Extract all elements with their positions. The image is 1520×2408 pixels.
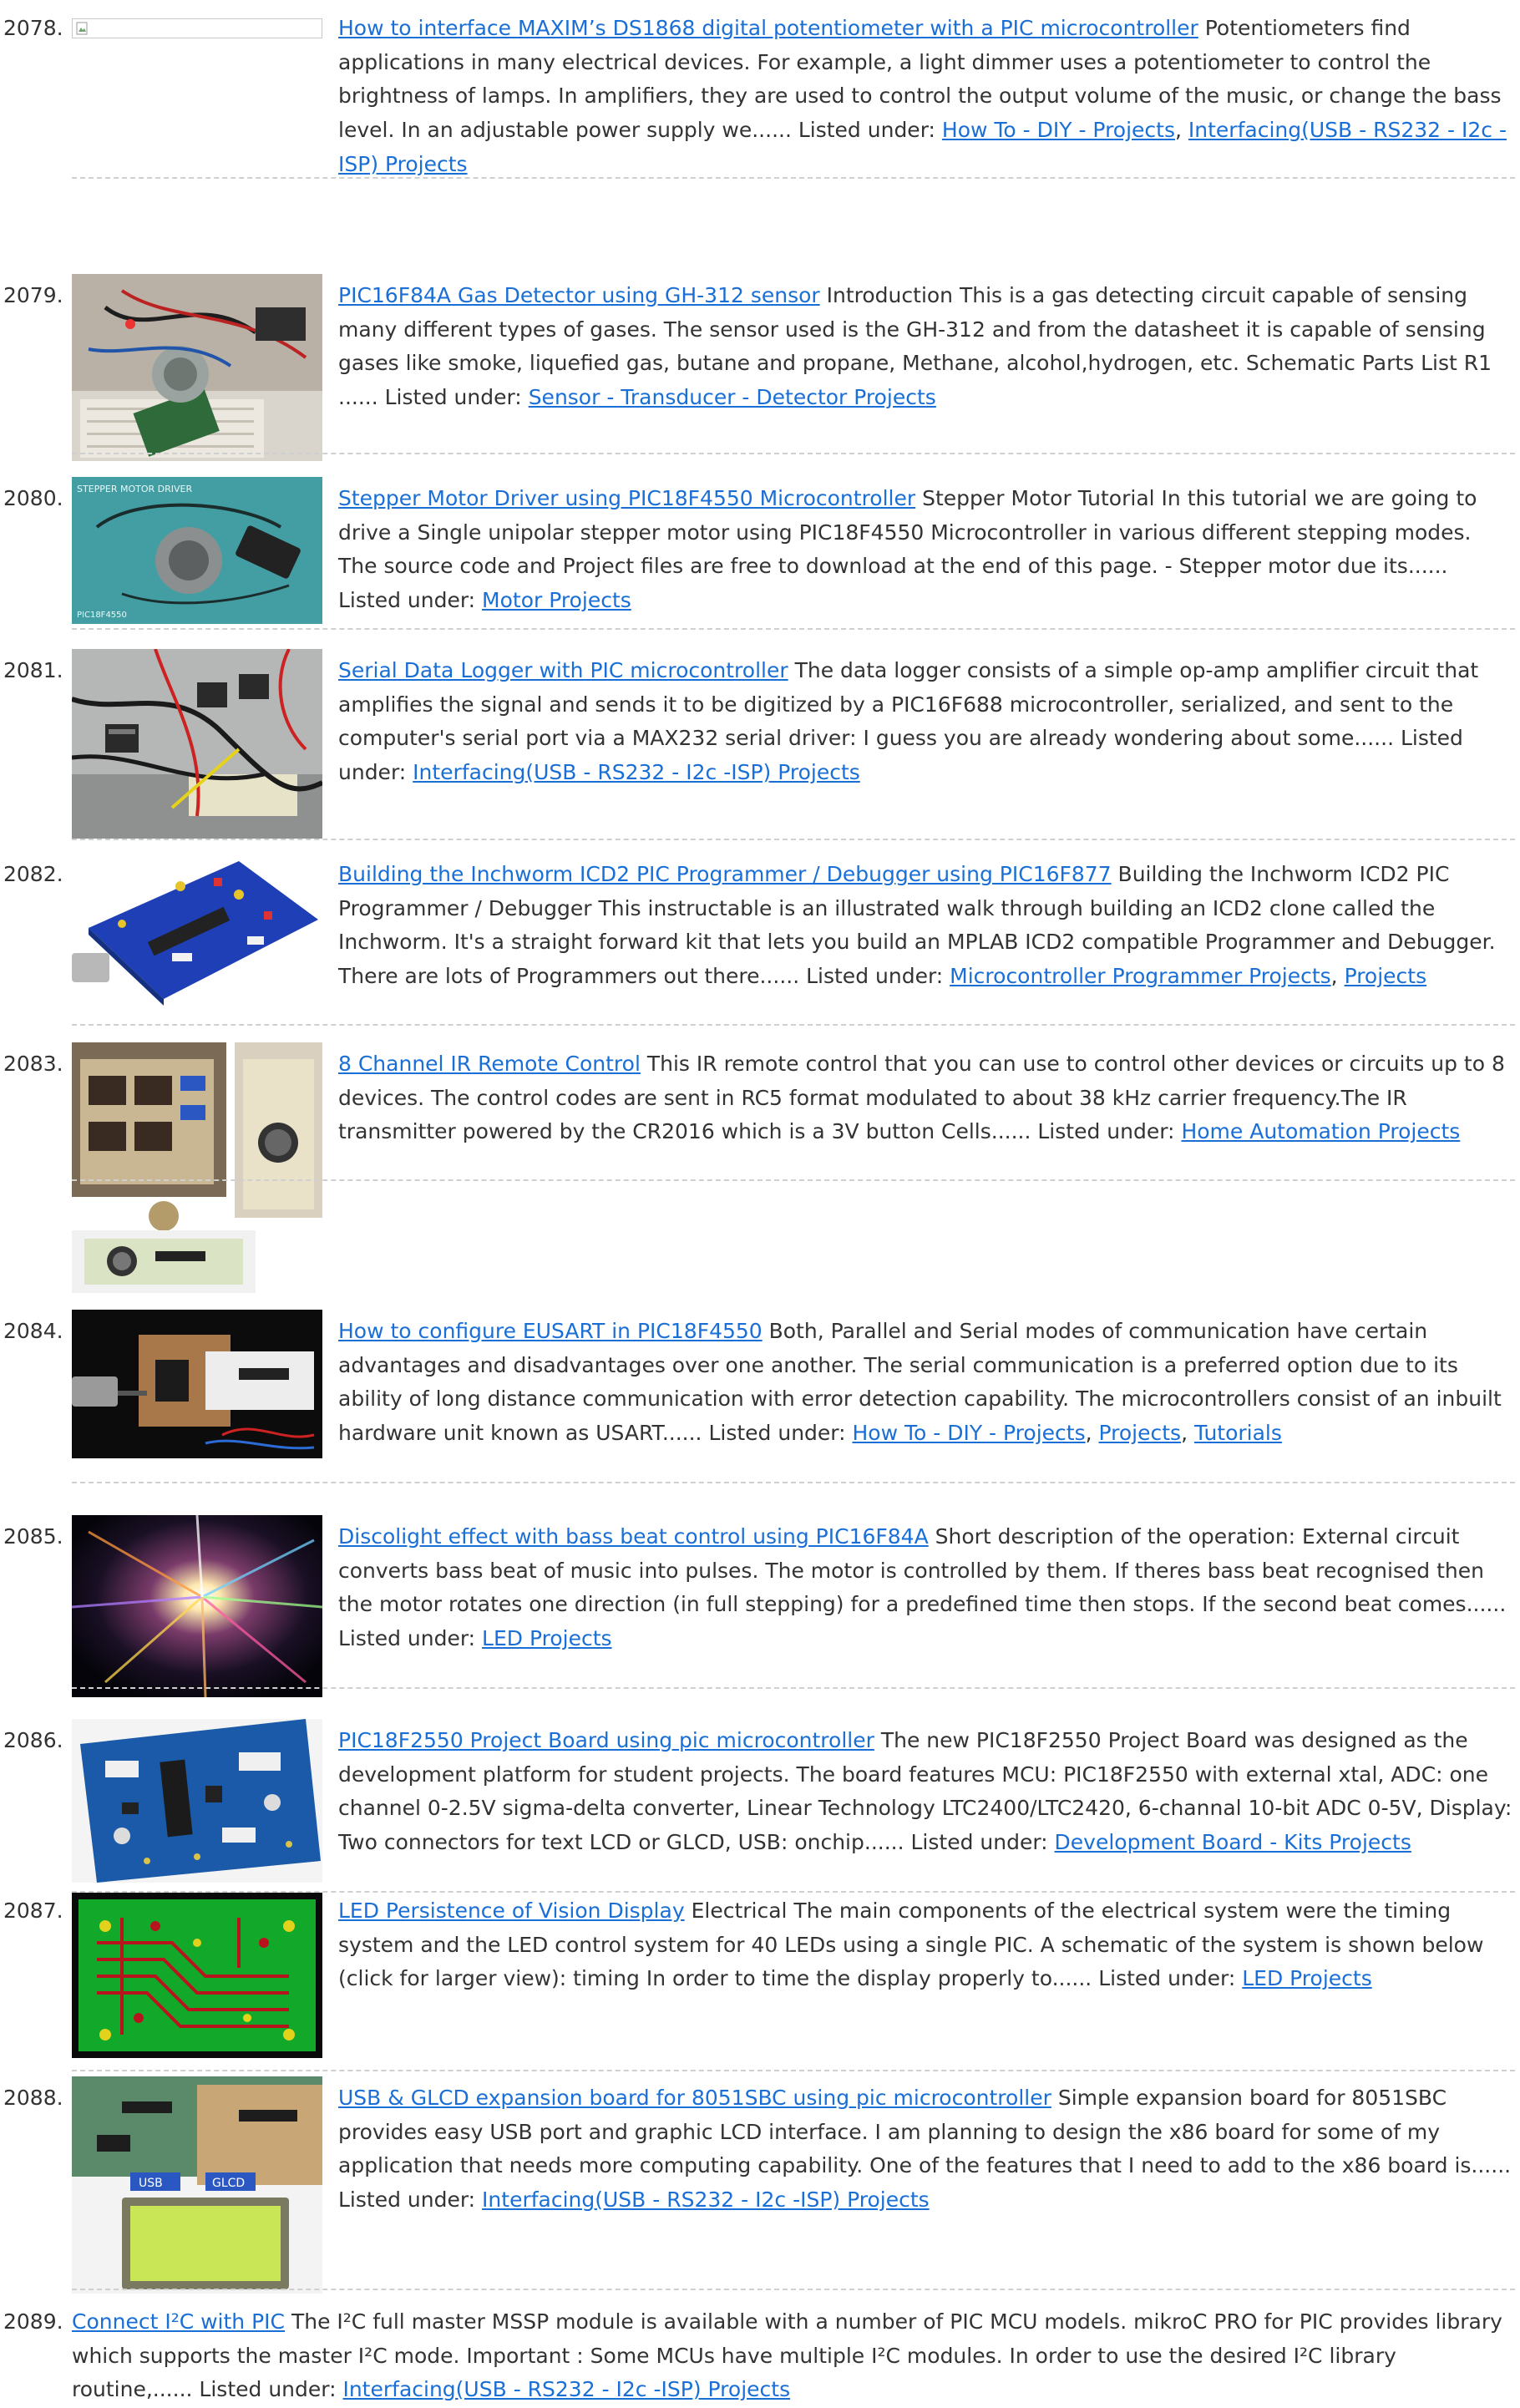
item-divider xyxy=(72,1482,1515,1483)
item-divider xyxy=(72,1024,1515,1026)
list-item: 2084. How to configure EUSART in PIC18F4… xyxy=(0,1310,1520,1469)
item-number: 2088. xyxy=(3,2086,63,2110)
item-number: 2087. xyxy=(3,1899,63,1923)
category-link[interactable]: Projects xyxy=(1099,1421,1182,1445)
item-divider xyxy=(72,177,1515,179)
item-number: 2085. xyxy=(3,1524,63,1549)
list-item: 2082. Building the Inchworm ICD2 PIC Pro… xyxy=(0,853,1520,1025)
category-link[interactable]: Interfacing(USB - RS232 - I2c -ISP) Proj… xyxy=(342,2377,790,2401)
category-link[interactable]: How To - DIY - Projects xyxy=(942,118,1175,142)
category-link[interactable]: Tutorials xyxy=(1194,1421,1282,1445)
project-board-photo[interactable] xyxy=(72,1719,322,1883)
item-title-link[interactable]: Discolight effect with bass beat control… xyxy=(338,1524,929,1549)
list-item: 2081. Serial Data Logger with PIC microc… xyxy=(0,649,1520,842)
item-title-link[interactable]: 8 Channel IR Remote Control xyxy=(338,1052,641,1076)
item-body: Discolight effect with bass beat control… xyxy=(338,1520,1514,1656)
ir-remote-photo[interactable] xyxy=(72,1042,322,1293)
glcd-expansion-photo[interactable]: USB GLCD xyxy=(72,2076,322,2294)
thumb-caption: STEPPER MOTOR DRIVER xyxy=(77,484,193,494)
item-body: How to interface MAXIM’s DS1868 digital … xyxy=(338,16,1507,176)
category-link[interactable]: Microcontroller Programmer Projects xyxy=(950,964,1331,988)
item-body: Stepper Motor Driver using PIC18F4550 Mi… xyxy=(338,482,1514,618)
thumb-label: USB xyxy=(139,2177,163,2190)
discolight-photo[interactable] xyxy=(72,1515,322,1697)
item-title-link[interactable]: How to configure EUSART in PIC18F4550 xyxy=(338,1319,763,1343)
item-number: 2080. xyxy=(3,486,63,510)
category-link[interactable]: Development Board - Kits Projects xyxy=(1055,1830,1411,1854)
category-link[interactable]: LED Projects xyxy=(1242,1966,1371,1990)
list-item: 2089. Connect I²C with PIC The I²C full … xyxy=(0,2305,1520,2408)
item-body: Connect I²C with PIC The I²C full master… xyxy=(72,2305,1515,2407)
inchworm-programmer-image[interactable] xyxy=(72,853,322,1011)
item-body: Serial Data Logger with PIC microcontrol… xyxy=(338,654,1514,790)
item-number: 2083. xyxy=(3,1052,63,1076)
item-number: 2086. xyxy=(3,1728,63,1752)
category-link[interactable]: Motor Projects xyxy=(482,588,631,612)
item-divider xyxy=(72,453,1515,454)
item-title-link[interactable]: Connect I²C with PIC xyxy=(72,2309,285,2334)
item-divider xyxy=(72,2070,1515,2071)
category-link[interactable]: Interfacing(USB - RS232 - I2c -ISP) Proj… xyxy=(413,760,860,784)
list-item: 2085. Discolight effect with bass beat c… xyxy=(0,1515,1520,1704)
item-body: USB & GLCD expansion board for 8051SBC u… xyxy=(338,2081,1514,2218)
category-link[interactable]: LED Projects xyxy=(482,1626,611,1650)
category-link[interactable]: Home Automation Projects xyxy=(1181,1119,1460,1143)
item-body: How to configure EUSART in PIC18F4550 Bo… xyxy=(338,1319,1502,1446)
item-divider xyxy=(72,628,1515,630)
list-item: 2080. STEPPER MOTOR DRIVER PIC18F4550 St… xyxy=(0,477,1520,632)
category-link[interactable]: Sensor - Transducer - Detector Projects xyxy=(529,385,936,409)
eusart-board-photo[interactable] xyxy=(72,1310,322,1458)
broken-image-icon[interactable] xyxy=(72,18,322,38)
item-body: LED Persistence of Vision Display Electr… xyxy=(338,1894,1514,1996)
gas-detector-photo[interactable] xyxy=(72,274,322,461)
category-link[interactable]: Projects xyxy=(1345,964,1427,988)
item-divider xyxy=(72,839,1515,840)
list-item: 2083. 8 Channel IR Remote Control This I… xyxy=(0,1042,1520,1298)
item-title-link[interactable]: Serial Data Logger with PIC microcontrol… xyxy=(338,658,788,682)
item-title-link[interactable]: Building the Inchworm ICD2 PIC Programme… xyxy=(338,862,1112,886)
list-item: 2079. PIC16F84A Gas Detector using GH-31… xyxy=(0,274,1520,463)
item-title-link[interactable]: How to interface MAXIM’s DS1868 digital … xyxy=(338,16,1198,40)
item-title-link[interactable]: PIC18F2550 Project Board using pic micro… xyxy=(338,1728,874,1752)
list-item: 2088. USB GLCD USB & GLCD expansion boar… xyxy=(0,2076,1520,2307)
pov-pcb-layout-image[interactable] xyxy=(72,1893,322,2058)
category-link[interactable]: Interfacing(USB - RS232 - I2c -ISP) Proj… xyxy=(482,2187,930,2212)
stepper-motor-photo[interactable]: STEPPER MOTOR DRIVER PIC18F4550 xyxy=(72,477,322,624)
list-item: 2087. LED Persistence of Vision Display … xyxy=(0,1893,1520,2061)
item-divider xyxy=(72,1179,1515,1181)
thumb-caption: PIC18F4550 xyxy=(77,611,127,620)
thumb-label: GLCD xyxy=(212,2177,245,2190)
item-number: 2079. xyxy=(3,283,63,307)
category-link[interactable]: How To - DIY - Projects xyxy=(853,1421,1086,1445)
project-list: 2078. How to interface MAXIM’s DS1868 di… xyxy=(0,0,1520,2408)
item-body: PIC18F2550 Project Board using pic micro… xyxy=(338,1724,1514,1860)
item-number: 2089. xyxy=(3,2309,63,2334)
item-body: 8 Channel IR Remote Control This IR remo… xyxy=(338,1047,1514,1149)
item-divider xyxy=(72,1687,1515,1689)
item-number: 2081. xyxy=(3,658,63,682)
item-divider xyxy=(72,2289,1515,2290)
list-item: 2078. How to interface MAXIM’s DS1868 di… xyxy=(0,12,1520,191)
item-body: Building the Inchworm ICD2 PIC Programme… xyxy=(338,862,1496,989)
data-logger-photo[interactable] xyxy=(72,649,322,839)
item-title-link[interactable]: USB & GLCD expansion board for 8051SBC u… xyxy=(338,2086,1051,2110)
item-number: 2084. xyxy=(3,1319,63,1343)
item-title-link[interactable]: PIC16F84A Gas Detector using GH-312 sens… xyxy=(338,283,820,307)
item-number: 2082. xyxy=(3,862,63,886)
item-title-link[interactable]: LED Persistence of Vision Display xyxy=(338,1899,685,1923)
item-number: 2078. xyxy=(3,16,63,40)
item-body: PIC16F84A Gas Detector using GH-312 sens… xyxy=(338,279,1514,415)
list-item: 2086. PIC18F2550 Project Board using pic… xyxy=(0,1719,1520,1891)
item-title-link[interactable]: Stepper Motor Driver using PIC18F4550 Mi… xyxy=(338,486,915,510)
